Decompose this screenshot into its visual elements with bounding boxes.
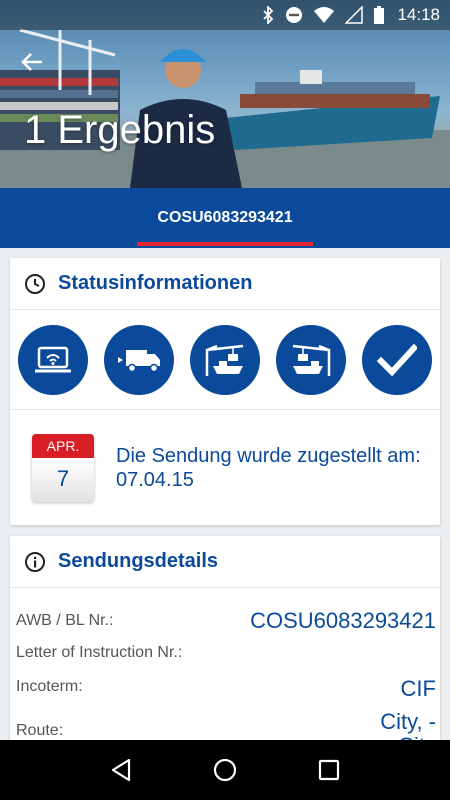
detail-label: Letter of Instruction Nr.: [16, 644, 183, 661]
calendar-day: 7 [32, 457, 94, 502]
detail-value: CIF [400, 676, 436, 701]
tab-bar: COSU6083293421 [0, 188, 450, 248]
details-card-title: Sendungsdetails [58, 550, 219, 572]
arrow-left-icon[interactable] [18, 48, 46, 76]
home-nav-icon[interactable] [213, 758, 237, 782]
details-card-header: Sendungsdetails [10, 536, 440, 588]
details-card: Sendungsdetails AWB / BL Nr.: COSU608329… [10, 536, 440, 758]
step-delivered[interactable] [362, 324, 432, 395]
calendar-month: APR. [32, 433, 94, 458]
bluetooth-icon [263, 6, 274, 24]
signal-icon [345, 6, 364, 24]
laptop-wifi-icon [35, 346, 71, 372]
tab-container-number[interactable]: COSU6083293421 [137, 188, 313, 248]
step-port-unloading[interactable] [276, 324, 346, 395]
status-card-header: Statusinformationen [10, 258, 440, 310]
detail-value: COSU6083293421 [250, 608, 436, 633]
status-bar: 14:18 [0, 0, 450, 30]
crane-ship-icon [292, 344, 331, 376]
checkmark-icon [377, 343, 417, 376]
battery-icon [374, 6, 385, 24]
delivery-info: APR. 7 Die Sendung wurde zugestellt am: … [10, 410, 440, 525]
tab-label: COSU6083293421 [157, 209, 293, 226]
clock-time: 14:18 [397, 5, 440, 24]
delivery-message: Die Sendung wurde zugestellt am: 07.04.1… [116, 444, 421, 491]
back-nav-icon[interactable] [110, 758, 132, 782]
detail-label: Route: [16, 722, 64, 739]
tab-active-indicator [137, 242, 313, 246]
detail-label: Incoterm: [16, 678, 83, 695]
truck-icon [118, 349, 160, 372]
status-card: Statusinformationen APR. 7 Die Sendung w… [10, 258, 440, 525]
step-port-loading[interactable] [190, 324, 260, 395]
calendar-icon: APR. 7 [32, 433, 94, 502]
info-icon [25, 551, 45, 572]
wifi-icon [314, 7, 335, 23]
status-steps [10, 310, 440, 410]
crane-loading-icon [205, 344, 244, 376]
recents-nav-icon[interactable] [318, 759, 340, 781]
step-pickup[interactable] [104, 324, 174, 395]
detail-label: AWB / BL Nr.: [16, 612, 114, 629]
clock-icon [25, 273, 45, 294]
status-card-title: Statusinformationen [58, 272, 253, 294]
page-title: 1 Ergebnis [24, 108, 216, 152]
system-nav-bar [0, 740, 450, 800]
step-order-received[interactable] [18, 324, 88, 395]
do-not-disturb-icon [286, 7, 303, 23]
